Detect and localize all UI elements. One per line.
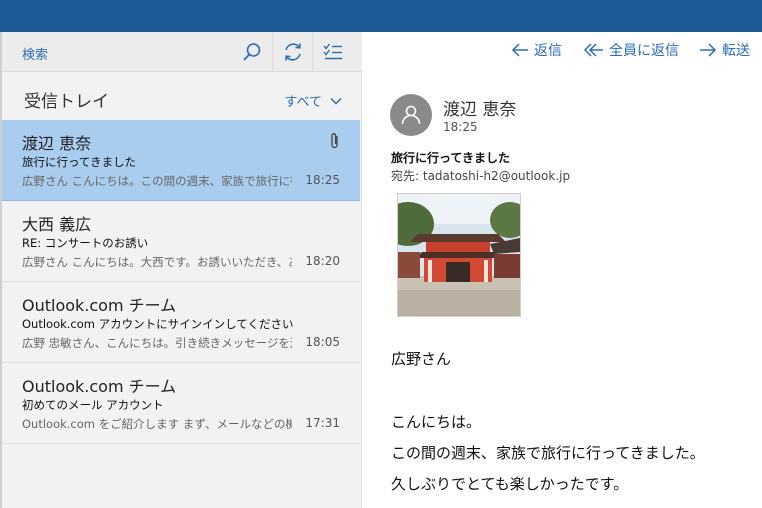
received-time: 18:25	[443, 120, 478, 134]
folder-header: 受信トレイ すべて	[0, 72, 362, 120]
message-sender: 大西 義広	[22, 215, 92, 234]
reply-all-button[interactable]: 全員に返信	[584, 40, 679, 60]
message-item[interactable]: 大西 義広 RE: コンサートのお誘い 広野さん こんにちは。大西です。お誘いい…	[2, 201, 360, 282]
search-icon	[243, 43, 261, 61]
message-item[interactable]: Outlook.com チーム 初めてのメール アカウント Outlook.co…	[2, 363, 360, 444]
body-line: 広野さん	[391, 350, 452, 368]
message-item[interactable]: Outlook.com チーム Outlook.com アカウントにサインインし…	[2, 282, 360, 363]
message-preview: 広野さん こんにちは。この間の週末、家族で旅行に行ってきました。	[22, 174, 292, 188]
sender-name[interactable]: 渡辺 恵奈	[443, 95, 516, 120]
message-sender: 渡辺 恵奈	[22, 134, 92, 153]
message-subject: RE: コンサートのお誘い	[22, 236, 149, 250]
message-sender: Outlook.com チーム	[22, 377, 177, 396]
title-bar	[0, 0, 762, 32]
sync-button[interactable]	[272, 32, 312, 72]
forward-label: 転送	[722, 43, 750, 59]
filter-label: すべて	[284, 95, 322, 110]
folder-name: 受信トレイ	[24, 92, 109, 112]
body-line: この間の週末、家族で旅行に行ってきました。	[391, 444, 705, 462]
message-subject: 初めてのメール アカウント	[22, 398, 164, 412]
double-arrow-left-icon	[584, 43, 603, 57]
search-toolbar: 検索	[0, 32, 362, 72]
forward-button[interactable]: 転送	[699, 40, 750, 60]
search-box[interactable]: 検索	[22, 44, 48, 63]
reply-label: 返信	[534, 43, 562, 59]
search-button[interactable]	[232, 32, 272, 72]
message-item[interactable]: 渡辺 恵奈 旅行に行ってきました 広野さん こんにちは。この間の週末、家族で旅行…	[2, 120, 360, 201]
sync-icon	[284, 43, 301, 61]
chevron-down-icon	[330, 97, 342, 105]
body-line: 久しぶりでとても楽しかったです。	[391, 475, 629, 493]
reply-all-label: 全員に返信	[609, 43, 679, 59]
message-time: 18:25	[305, 173, 340, 187]
checklist-icon	[322, 43, 342, 60]
message-preview: Outlook.com をご紹介します まず、メールなどの機能をご覧ください	[22, 417, 292, 431]
pane-edge	[0, 32, 2, 508]
mail-subject: 旅行に行ってきました	[391, 151, 511, 165]
arrow-right-icon	[700, 43, 717, 57]
recipient-line: 宛先: tadatoshi-h2@outlook.jp	[391, 169, 571, 183]
avatar[interactable]	[390, 94, 432, 136]
message-time: 18:05	[305, 335, 340, 349]
person-icon	[401, 105, 421, 125]
shrine-photo-image	[398, 194, 520, 316]
message-subject: Outlook.com アカウントにサインインしてください	[22, 317, 294, 331]
message-time: 18:20	[305, 254, 340, 268]
arrow-left-icon	[511, 43, 528, 57]
message-subject: 旅行に行ってきました	[22, 155, 137, 169]
selection-mode-button[interactable]	[312, 32, 352, 72]
message-sender: Outlook.com チーム	[22, 296, 177, 315]
message-preview: 広野さん こんにちは。大西です。お誘いいただき、ありがとうございます。	[22, 255, 292, 269]
reply-button[interactable]: 返信	[511, 40, 562, 60]
message-preview: 広野 忠敏さん、こんにちは。引き続きメッセージを送信するには	[22, 336, 292, 350]
message-list-pane: 検索 受信トレイ すべて 渡辺 恵奈 旅行に行ってきました 広野さん こんにちは…	[0, 32, 362, 508]
filter-dropdown[interactable]: すべて	[284, 91, 342, 110]
message-time: 17:31	[305, 416, 340, 430]
attached-photo-shrine-gate[interactable]	[397, 193, 521, 317]
body-line: こんにちは。	[391, 413, 482, 431]
attachment-icon	[331, 133, 338, 149]
